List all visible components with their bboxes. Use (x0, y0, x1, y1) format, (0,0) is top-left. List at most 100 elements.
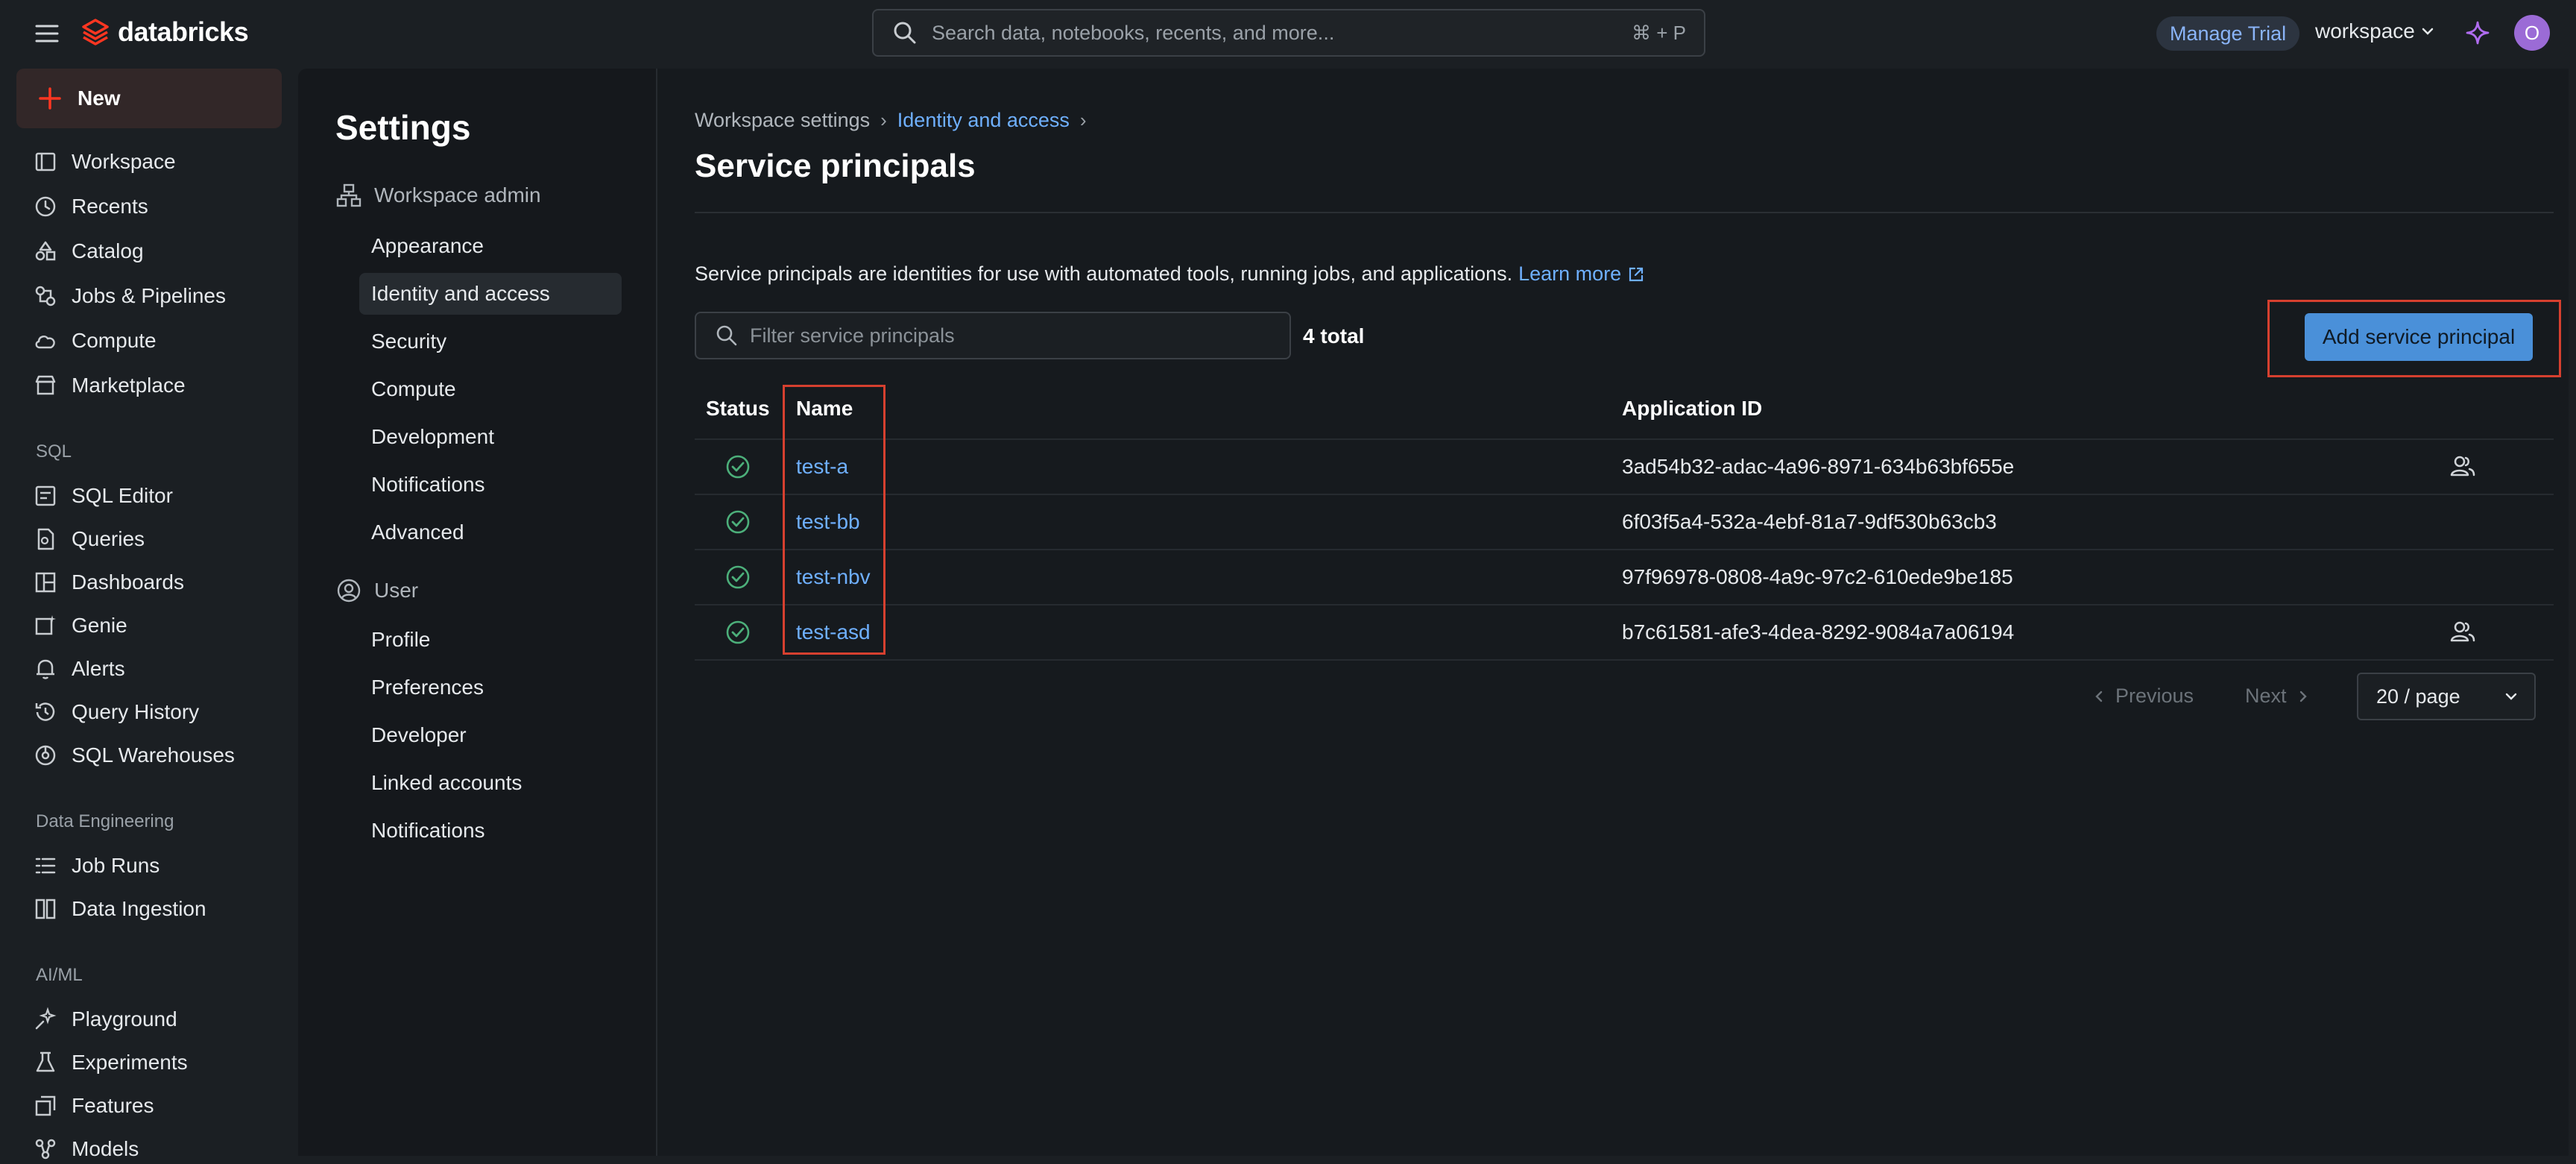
check-circle-icon (726, 565, 750, 589)
nav-item-features[interactable]: Features (33, 1091, 154, 1121)
nav-section-sql: SQL (36, 441, 72, 462)
nav-item-dashboards[interactable]: Dashboards (33, 567, 184, 597)
catalog-icon (35, 241, 56, 261)
breadcrumb-workspace-settings[interactable]: Workspace settings (695, 109, 870, 132)
nav-item-sql-warehouses[interactable]: SQL Warehouses (33, 740, 235, 770)
history-icon (35, 702, 55, 721)
column-application-id[interactable]: Application ID (1622, 397, 1762, 421)
next-page-button[interactable]: Next (2245, 685, 2311, 708)
workspace-switcher[interactable]: workspace (2315, 19, 2436, 43)
table-header: Status Name Application ID (695, 382, 2554, 434)
warehouse-icon (35, 745, 56, 766)
admin-org-icon (336, 183, 362, 207)
learn-more-link[interactable]: Learn more (1518, 262, 1645, 286)
models-icon (35, 1139, 56, 1160)
previous-page-button[interactable]: Previous (2092, 685, 2194, 708)
store-icon (35, 375, 56, 395)
settings-item-preferences[interactable]: Preferences (359, 667, 622, 708)
application-id: b7c61581-afe3-4dea-8292-9084a7a06194 (1622, 620, 2015, 644)
description-text: Service principals are identities for us… (695, 262, 1513, 285)
clock-icon (35, 196, 56, 217)
page-title: Service principals (695, 148, 976, 184)
global-search[interactable]: Search data, notebooks, recents, and mor… (872, 9, 1705, 57)
nav-item-playground[interactable]: Playground (33, 1004, 177, 1034)
nav-item-sql-editor[interactable]: SQL Editor (33, 481, 173, 511)
query-icon (37, 528, 54, 550)
new-button[interactable]: New (16, 69, 282, 128)
nav-item-recents[interactable]: Recents (33, 192, 148, 221)
chevron-down-icon (2505, 693, 2517, 700)
settings-item-user-notifications[interactable]: Notifications (359, 810, 622, 852)
page-size-select[interactable]: 20 / page (2357, 673, 2536, 720)
application-id: 6f03f5a4-532a-4ebf-81a7-9df530b63cb3 (1622, 510, 1997, 533)
add-service-principal-button[interactable]: Add service principal (2305, 313, 2533, 361)
nav-label: Recents (72, 195, 148, 218)
workspace-name: workspace (2315, 19, 2415, 43)
group-label: Workspace admin (374, 183, 541, 207)
databricks-logo[interactable]: databricks (80, 16, 249, 48)
nav-label: Dashboards (72, 570, 184, 594)
settings-item-linked-accounts[interactable]: Linked accounts (359, 762, 622, 804)
nav-item-query-history[interactable]: Query History (33, 697, 199, 727)
nav-item-data-ingestion[interactable]: Data Ingestion (33, 894, 206, 924)
nav-item-queries[interactable]: Queries (33, 524, 145, 554)
table-row: test-bb 6f03f5a4-532a-4ebf-81a7-9df530b6… (695, 495, 2554, 549)
nav-item-jobs-pipelines[interactable]: Jobs & Pipelines (33, 281, 226, 311)
menu-icon[interactable] (33, 19, 61, 48)
search-shortcut: ⌘ + P (1632, 21, 1686, 44)
nav-label: Models (72, 1137, 139, 1160)
settings-item-notifications[interactable]: Notifications (359, 464, 622, 506)
settings-item-identity-and-access[interactable]: Identity and access (359, 273, 622, 315)
users-icon[interactable] (2448, 452, 2478, 482)
nav-item-workspace[interactable]: Workspace (33, 147, 176, 177)
filter-input[interactable]: Filter service principals (695, 312, 1291, 359)
nav-label: Query History (72, 700, 200, 723)
settings-item-developer[interactable]: Developer (359, 714, 622, 756)
assistant-sparkle-icon[interactable] (2464, 19, 2491, 46)
nav-item-marketplace[interactable]: Marketplace (33, 371, 186, 400)
nav-item-catalog[interactable]: Catalog (33, 236, 144, 266)
ingestion-icon (35, 899, 56, 919)
table-row: test-asd b7c61581-afe3-4dea-8292-9084a7a… (695, 605, 2554, 659)
settings-item-compute[interactable]: Compute (359, 368, 622, 410)
total-count: 4 total (1303, 324, 1365, 347)
users-icon[interactable] (2448, 617, 2478, 647)
column-status[interactable]: Status (706, 397, 770, 421)
divider (695, 212, 2554, 213)
highlight-box-name-column (783, 385, 886, 655)
chevron-right-icon: › (1079, 109, 1087, 131)
page-size-value: 20 / page (2376, 685, 2460, 708)
nav-section-ai-ml: AI/ML (36, 965, 83, 985)
nav-item-genie[interactable]: Genie (33, 611, 127, 641)
table-row: test-a 3ad54b32-adac-4a96-8971-634b63bf6… (695, 440, 2554, 494)
check-circle-icon (726, 455, 750, 479)
previous-label: Previous (2115, 685, 2194, 707)
service-principals-content: Workspace settings › Identity and access… (693, 69, 2561, 1156)
learn-more-label: Learn more (1518, 262, 1622, 285)
settings-item-development[interactable]: Development (359, 416, 622, 458)
settings-item-appearance[interactable]: Appearance (359, 225, 622, 267)
breadcrumb: Workspace settings › Identity and access… (695, 109, 1087, 132)
job-runs-icon (35, 858, 56, 874)
playground-icon (35, 1007, 57, 1030)
chevron-right-icon (2299, 690, 2307, 702)
group-label: User (374, 579, 419, 602)
check-circle-icon (726, 510, 750, 534)
nav-label: SQL Warehouses (72, 743, 235, 767)
nav-label: Marketplace (72, 374, 186, 397)
nav-item-alerts[interactable]: Alerts (33, 654, 125, 684)
main-panel: Settings Workspace admin Appearance Iden… (298, 69, 2569, 1156)
settings-item-profile[interactable]: Profile (359, 619, 622, 661)
settings-item-security[interactable]: Security (359, 321, 622, 362)
check-circle-icon (726, 620, 750, 644)
breadcrumb-identity-and-access[interactable]: Identity and access (897, 109, 1070, 132)
settings-item-advanced[interactable]: Advanced (359, 512, 622, 553)
nav-label: Compute (72, 329, 157, 352)
avatar[interactable]: O (2514, 15, 2550, 51)
nav-item-experiments[interactable]: Experiments (33, 1048, 188, 1078)
nav-item-models[interactable]: Models (33, 1134, 139, 1164)
nav-item-compute[interactable]: Compute (33, 326, 157, 356)
manage-trial-button[interactable]: Manage Trial (2156, 16, 2300, 51)
nav-item-job-runs[interactable]: Job Runs (33, 851, 160, 881)
bell-icon (37, 659, 54, 679)
